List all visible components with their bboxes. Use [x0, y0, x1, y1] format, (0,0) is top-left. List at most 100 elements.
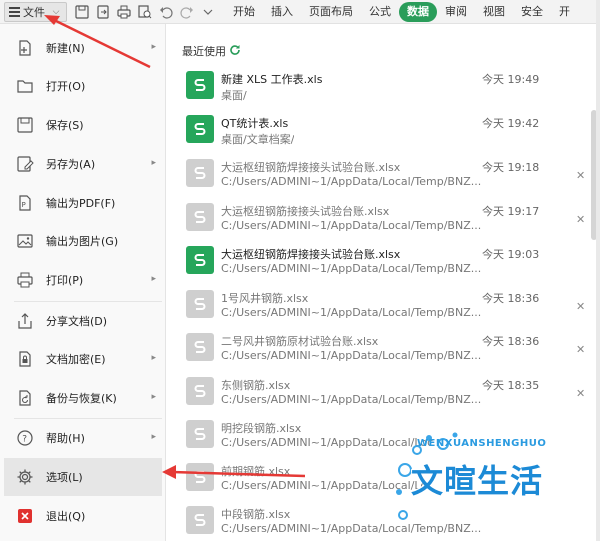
recent-files-title: 最近使用	[182, 43, 241, 59]
print-icon[interactable]	[115, 3, 133, 21]
menu-item-options[interactable]: 选项(L)	[4, 458, 162, 496]
save-icon[interactable]	[73, 3, 91, 21]
save-as-icon	[14, 153, 36, 175]
menu-item-label: 退出(Q)	[46, 510, 86, 523]
menu-item-share[interactable]: 分享文档(D)	[4, 302, 162, 340]
pdf-icon: P	[14, 192, 36, 214]
backup-icon	[14, 387, 36, 409]
menu-item-label: 分享文档(D)	[46, 315, 108, 328]
menu-item-label: 打印(P)	[46, 274, 84, 287]
menu-item-label: 备份与恢复(K)	[46, 392, 117, 405]
spreadsheet-file-icon	[186, 115, 214, 143]
help-icon: ?	[14, 427, 36, 449]
file-name: 新建 XLS 工作表.xls	[221, 73, 323, 86]
file-path: C:/Users/ADMINI~1/AppData/Local/Temp/BNZ…	[221, 306, 482, 319]
menu-item-help[interactable]: ? 帮助(H) ▸	[4, 419, 162, 457]
menu-item-backup[interactable]: 备份与恢复(K) ▸	[4, 379, 162, 417]
menu-item-open[interactable]: 打开(O)	[4, 67, 162, 105]
spreadsheet-file-icon	[186, 290, 214, 318]
file-path: 桌面/文章档案/	[221, 133, 295, 146]
quick-access-dropdown-icon[interactable]	[199, 3, 217, 21]
print-preview-icon[interactable]	[136, 3, 154, 21]
save-icon	[14, 114, 36, 136]
menu-item-label: 保存(S)	[46, 119, 84, 132]
tab-home[interactable]: 开始	[225, 2, 263, 22]
file-time: 今天 19:49	[482, 73, 540, 86]
recent-file-item[interactable]: QT统计表.xls 桌面/文章档案/ 今天 19:42	[180, 108, 590, 150]
menu-item-label: 帮助(H)	[46, 432, 85, 445]
file-name: 大运枢纽钢筋焊接接头试验台账.xlsx	[221, 248, 401, 261]
recent-file-item[interactable]: 大运枢纽钢筋焊接接头试验台账.xlsx C:/Users/ADMINI~1/Ap…	[180, 152, 590, 194]
redo-icon[interactable]	[178, 3, 196, 21]
recent-file-item[interactable]: 新建 XLS 工作表.xls 桌面/ 今天 19:49	[180, 64, 590, 106]
file-path: C:/Users/ADMINI~1/AppData/Local/Temp/BNZ…	[221, 262, 482, 275]
recent-file-item[interactable]: 东侧钢筋.xlsx C:/Users/ADMINI~1/AppData/Loca…	[180, 370, 590, 412]
svg-text:P: P	[22, 201, 26, 209]
menu-item-export-image[interactable]: 输出为图片(G)	[4, 222, 162, 260]
file-name: 明挖段钢筋.xlsx	[221, 422, 302, 435]
file-menu-button[interactable]: 文件 ⌵	[4, 1, 67, 22]
tab-formulas[interactable]: 公式	[361, 2, 399, 22]
image-export-icon	[14, 230, 36, 252]
tab-page-layout[interactable]: 页面布局	[301, 2, 361, 22]
recent-file-item[interactable]: 大运枢纽钢筋焊接接头试验台账.xlsx C:/Users/ADMINI~1/Ap…	[180, 239, 590, 281]
menu-item-label: 另存为(A)	[46, 158, 96, 171]
remove-recent-icon[interactable]: ✕	[576, 387, 585, 400]
watermark-logo: WENXUANSHENGHUO 文暄生活	[395, 430, 600, 541]
remove-recent-icon[interactable]: ✕	[576, 169, 585, 182]
chevron-right-icon: ▸	[151, 158, 156, 168]
menu-item-new[interactable]: 新建(N) ▸	[4, 29, 162, 67]
spreadsheet-file-icon	[186, 333, 214, 361]
gear-icon	[14, 466, 36, 488]
lock-icon	[14, 348, 36, 370]
tab-insert[interactable]: 插入	[263, 2, 301, 22]
print-icon	[14, 269, 36, 291]
menu-item-label: 输出为PDF(F)	[46, 197, 116, 210]
menu-item-label: 文档加密(E)	[46, 353, 106, 366]
file-path: C:/Users/ADMINI~1/AppData/Local/Temp/BNZ…	[221, 175, 482, 188]
tab-data[interactable]: 数据	[399, 1, 437, 22]
export-icon[interactable]	[94, 3, 112, 21]
exit-icon	[14, 505, 36, 527]
file-name: QT统计表.xls	[221, 117, 289, 130]
chevron-down-icon: ⌵	[52, 6, 60, 17]
ribbon-tabs: 开始 插入 页面布局 公式 数据 审阅 视图 安全 开	[225, 1, 578, 22]
share-icon	[14, 310, 36, 332]
file-time: 今天 18:35	[482, 379, 540, 392]
file-menu: 新建(N) ▸ 打开(O) 保存(S) 另存为(A) ▸ P 输出为PDF(F)…	[0, 24, 166, 541]
chevron-right-icon: ▸	[151, 42, 156, 52]
remove-recent-icon[interactable]: ✕	[576, 213, 585, 226]
recent-title-label: 最近使用	[182, 45, 226, 58]
folder-open-icon	[14, 75, 36, 97]
menu-item-encrypt[interactable]: 文档加密(E) ▸	[4, 340, 162, 378]
file-name: 前期钢筋.xlsx	[221, 465, 291, 478]
menu-item-exit[interactable]: 退出(Q)	[4, 497, 162, 535]
menu-item-print[interactable]: 打印(P) ▸	[4, 261, 162, 299]
undo-icon[interactable]	[157, 3, 175, 21]
file-path: C:/Users/ADMINI~1/AppData/Local/Temp/BNZ…	[221, 349, 482, 362]
file-time: 今天 18:36	[482, 292, 540, 305]
spreadsheet-file-icon	[186, 203, 214, 231]
file-time: 今天 19:42	[482, 117, 540, 130]
menu-item-save-as[interactable]: 另存为(A) ▸	[4, 145, 162, 183]
file-time: 今天 19:17	[482, 205, 540, 218]
refresh-icon[interactable]	[229, 44, 241, 59]
recent-file-item[interactable]: 大运枢纽钢筋接接头试验台账.xlsx C:/Users/ADMINI~1/App…	[180, 196, 590, 238]
menu-item-save[interactable]: 保存(S)	[4, 106, 162, 144]
file-path: C:/Users/ADMINI~1/AppData/Local/Temp/BNZ…	[221, 219, 482, 232]
tab-view[interactable]: 视图	[475, 2, 513, 22]
file-path: 桌面/	[221, 89, 247, 102]
recent-file-item[interactable]: 二号风井钢筋原材试验台账.xlsx C:/Users/ADMINI~1/AppD…	[180, 326, 590, 368]
recent-file-item[interactable]: 1号风井钢筋.xlsx C:/Users/ADMINI~1/AppData/Lo…	[180, 283, 590, 325]
file-name: 大运枢纽钢筋焊接接头试验台账.xlsx	[221, 161, 401, 174]
tab-developer[interactable]: 开	[551, 2, 578, 22]
spreadsheet-file-icon	[186, 377, 214, 405]
menu-item-label: 输出为图片(G)	[46, 235, 119, 248]
chevron-right-icon: ▸	[151, 392, 156, 402]
menu-item-export-pdf[interactable]: P 输出为PDF(F)	[4, 184, 162, 222]
spreadsheet-file-icon	[186, 463, 214, 491]
remove-recent-icon[interactable]: ✕	[576, 300, 585, 313]
tab-security[interactable]: 安全	[513, 2, 551, 22]
tab-review[interactable]: 审阅	[437, 2, 475, 22]
remove-recent-icon[interactable]: ✕	[576, 343, 585, 356]
